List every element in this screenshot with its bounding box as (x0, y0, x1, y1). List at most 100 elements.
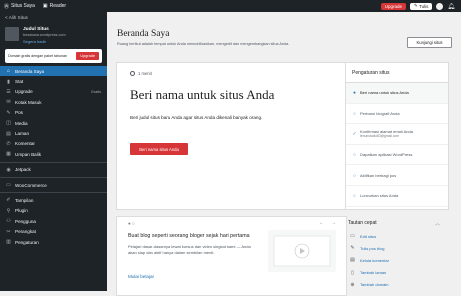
blog-card-heading: Buat blog seperti seorang bloger sejak h… (128, 233, 250, 239)
task-card: 1 menit Beri nama untuk situs Anda Beri … (116, 62, 347, 210)
sidebar-item-label: Kotak Masuk (15, 99, 42, 105)
checklist-item[interactable]: ○ Perbarui biografi Anda (346, 104, 448, 125)
perangkat-icon: ✂ (6, 228, 11, 235)
promo-upgrade-button[interactable]: Upgrade (76, 52, 99, 60)
avatar[interactable] (436, 2, 444, 10)
checklist-item-text: Perbarui biografi Anda (360, 111, 400, 116)
quick-link-kelola-komentar[interactable]: ▤ Kelola komentar (345, 254, 449, 266)
sidebar-item-tampilan[interactable]: ✐ Tampilan (0, 195, 107, 205)
wordpress-icon: Ⓦ (4, 3, 10, 10)
sidebar-item-plugin[interactable]: ⚲ Plugin (0, 206, 107, 216)
sidebar: < Alih Situs Judul Situs beasiswa.wordpr… (0, 12, 107, 291)
plan-badge: Gratis (90, 89, 101, 94)
quick-link-tambah-domain[interactable]: ⊕ Tambah domain (345, 279, 449, 291)
quick-links: Tautan cepat ︿ ▭ Edit situs ✎ Tulis pos blo… (345, 216, 449, 296)
upgrade-button[interactable]: Upgrade (380, 2, 406, 10)
sidebar-item-jetpack[interactable]: ◉ Jetpack (0, 165, 107, 175)
kotak-masuk-icon: ✉ (6, 99, 11, 106)
arrow-left-icon[interactable]: ← (319, 220, 324, 226)
checklist-item[interactable]: ○ Luncurkan situs Anda (346, 186, 448, 207)
checklist-item-text: Dapatkan aplikasi WordPress (360, 152, 412, 157)
sidebar-item-komentar[interactable]: ✆ Komentar (0, 139, 107, 149)
checklist-item-text: Luncurkan situs Anda (360, 193, 398, 198)
checklist-item-text: Beri nama untuk situs Anda (360, 90, 409, 95)
blog-card-body: Pelajari dasar-dasarnya lewat kursus dan… (128, 244, 251, 255)
write-button[interactable]: ✎ Tulis (410, 2, 433, 10)
edit-situs-icon: ▭ (350, 233, 355, 240)
status-dot-icon: ○ (353, 193, 356, 199)
sidebar-item-label: Pengguna (15, 218, 36, 224)
sidebar-item-label: Media (15, 120, 28, 126)
checklist-item[interactable]: ○ Dapatkan aplikasi WordPress (346, 145, 448, 166)
quick-link-tambah-laman[interactable]: ▯ Tambah laman (345, 267, 449, 279)
sidebar-item-label: Komentar (15, 141, 35, 147)
checklist-item[interactable]: ○ Aktifkan berbagi pos (346, 165, 448, 186)
checklist-item[interactable]: ✓ Konfirmasi alamat email Anda tenunstudio… (346, 124, 448, 145)
carousel-dots[interactable]: ● ○ (128, 221, 135, 226)
quick-link-edit-situs[interactable]: ▭ Edit situs (345, 230, 449, 242)
sidebar-item-label: Tampilan (15, 197, 34, 203)
sidebar-item-pengaturan[interactable]: ▥ Pengaturan (0, 237, 107, 247)
sidebar-item-woocommerce[interactable]: ▭ WooCommerce (0, 180, 107, 190)
timer-label: 1 menit (138, 71, 152, 76)
sidebar-item-upgrade[interactable]: ☰ Upgrade Gratis (0, 87, 107, 97)
checklist-item-label: Luncurkan situs Anda (360, 193, 399, 199)
laman-icon: ▤ (6, 130, 11, 137)
status-dot-icon: ● (353, 90, 356, 96)
sidebar-item-pengguna[interactable]: ⚇ Pengguna (0, 216, 107, 226)
umpan-balik-icon: ▦ (6, 151, 11, 158)
start-learning-link[interactable]: Mulai belajar (128, 274, 154, 279)
sidebar-item-perangkat[interactable]: ✂ Perangkat (0, 226, 107, 236)
blogging-course-card: ● ○ ← → Buat blog seperti seorang bloger… (116, 216, 347, 296)
checklist-item-label: Dapatkan aplikasi WordPress (360, 152, 413, 158)
sidebar-item-beranda-saya[interactable]: ⌂ Beranda Saya (0, 66, 107, 77)
quick-links-title: Tautan cepat (348, 220, 377, 226)
name-site-button[interactable]: Beri nama situs Anda (130, 143, 188, 155)
sidebar-item-label: Beranda Saya (15, 68, 45, 74)
arrow-right-icon[interactable]: → (331, 220, 336, 226)
checklist-item-label: Aktifkan berbagi pos (360, 172, 397, 178)
sidebar-item-laman[interactable]: ▤ Laman (0, 128, 107, 138)
site-setup-checklist: Pengaturan situs ● Beri nama untuk situs … (345, 62, 449, 210)
sidebar-item-pos[interactable]: ✎ Pos (0, 108, 107, 118)
visit-site-button[interactable]: Kunjungi situs (407, 37, 452, 48)
sidebar-item-label: Pengaturan (15, 239, 39, 245)
tambah-domain-icon: ⊕ (350, 281, 355, 288)
write-label: Tulis (419, 3, 429, 9)
chevron-up-icon[interactable]: ︿ (435, 220, 440, 227)
notifications-icon[interactable]: 🔔︎ (447, 3, 455, 10)
site-icon (5, 27, 19, 41)
status-dot-icon: ○ (353, 110, 356, 116)
quick-link-label: Kelola komentar (360, 257, 389, 263)
sidebar-item-media[interactable]: ◫ Media (0, 118, 107, 128)
site-url: beasiswa.wordpress.com (23, 33, 66, 37)
sidebar-item-kotak-masuk[interactable]: ✉ Kotak Masuk (0, 97, 107, 107)
quick-link-label: Edit situs (360, 233, 377, 239)
site-status-link[interactable]: Segera hadir (23, 39, 66, 44)
domain-promo: Domain gratis dengan paket tahunan Upgra… (5, 49, 102, 63)
sidebar-divider (0, 176, 107, 178)
sidebar-item-label: WooCommerce (15, 182, 47, 188)
checkmark-icon: ✓ (352, 130, 357, 136)
checklist-item[interactable]: ● Beri nama untuk situs Anda (346, 83, 448, 104)
sidebar-item-stat[interactable]: ▮ Stat (0, 76, 107, 86)
switch-site-link[interactable]: < Alih Situs (0, 12, 107, 23)
status-dot-icon: ○ (353, 152, 356, 158)
sidebar-item-label: Pos (15, 110, 23, 116)
tampilan-icon: ✐ (6, 197, 11, 204)
quick-link-tulis-pos-blog[interactable]: ✎ Tulis pos blog (345, 242, 449, 254)
tulis-pos-blog-icon: ✎ (350, 245, 355, 252)
reader-label: Reader (49, 3, 67, 9)
my-sites-menu[interactable]: Ⓦ Situs Saya (0, 0, 39, 12)
task-body: Beri judul situs baru Anda agar situs An… (130, 115, 263, 120)
page-title: Beranda Saya (117, 29, 170, 39)
sidebar-item-umpan-balik[interactable]: ▦ Umpan Balik (0, 149, 107, 159)
reader-menu[interactable]: ▣ Reader (39, 0, 70, 12)
jetpack-icon: ◉ (6, 166, 11, 173)
task-timer: 1 menit (130, 71, 152, 76)
sidebar-item-label: Perangkat (15, 229, 36, 235)
pengguna-icon: ⚇ (6, 218, 11, 225)
plugin-icon: ⚲ (6, 207, 11, 214)
site-card[interactable]: Judul Situs beasiswa.wordpress.com Seger… (5, 27, 102, 44)
stat-icon: ▮ (7, 78, 10, 85)
